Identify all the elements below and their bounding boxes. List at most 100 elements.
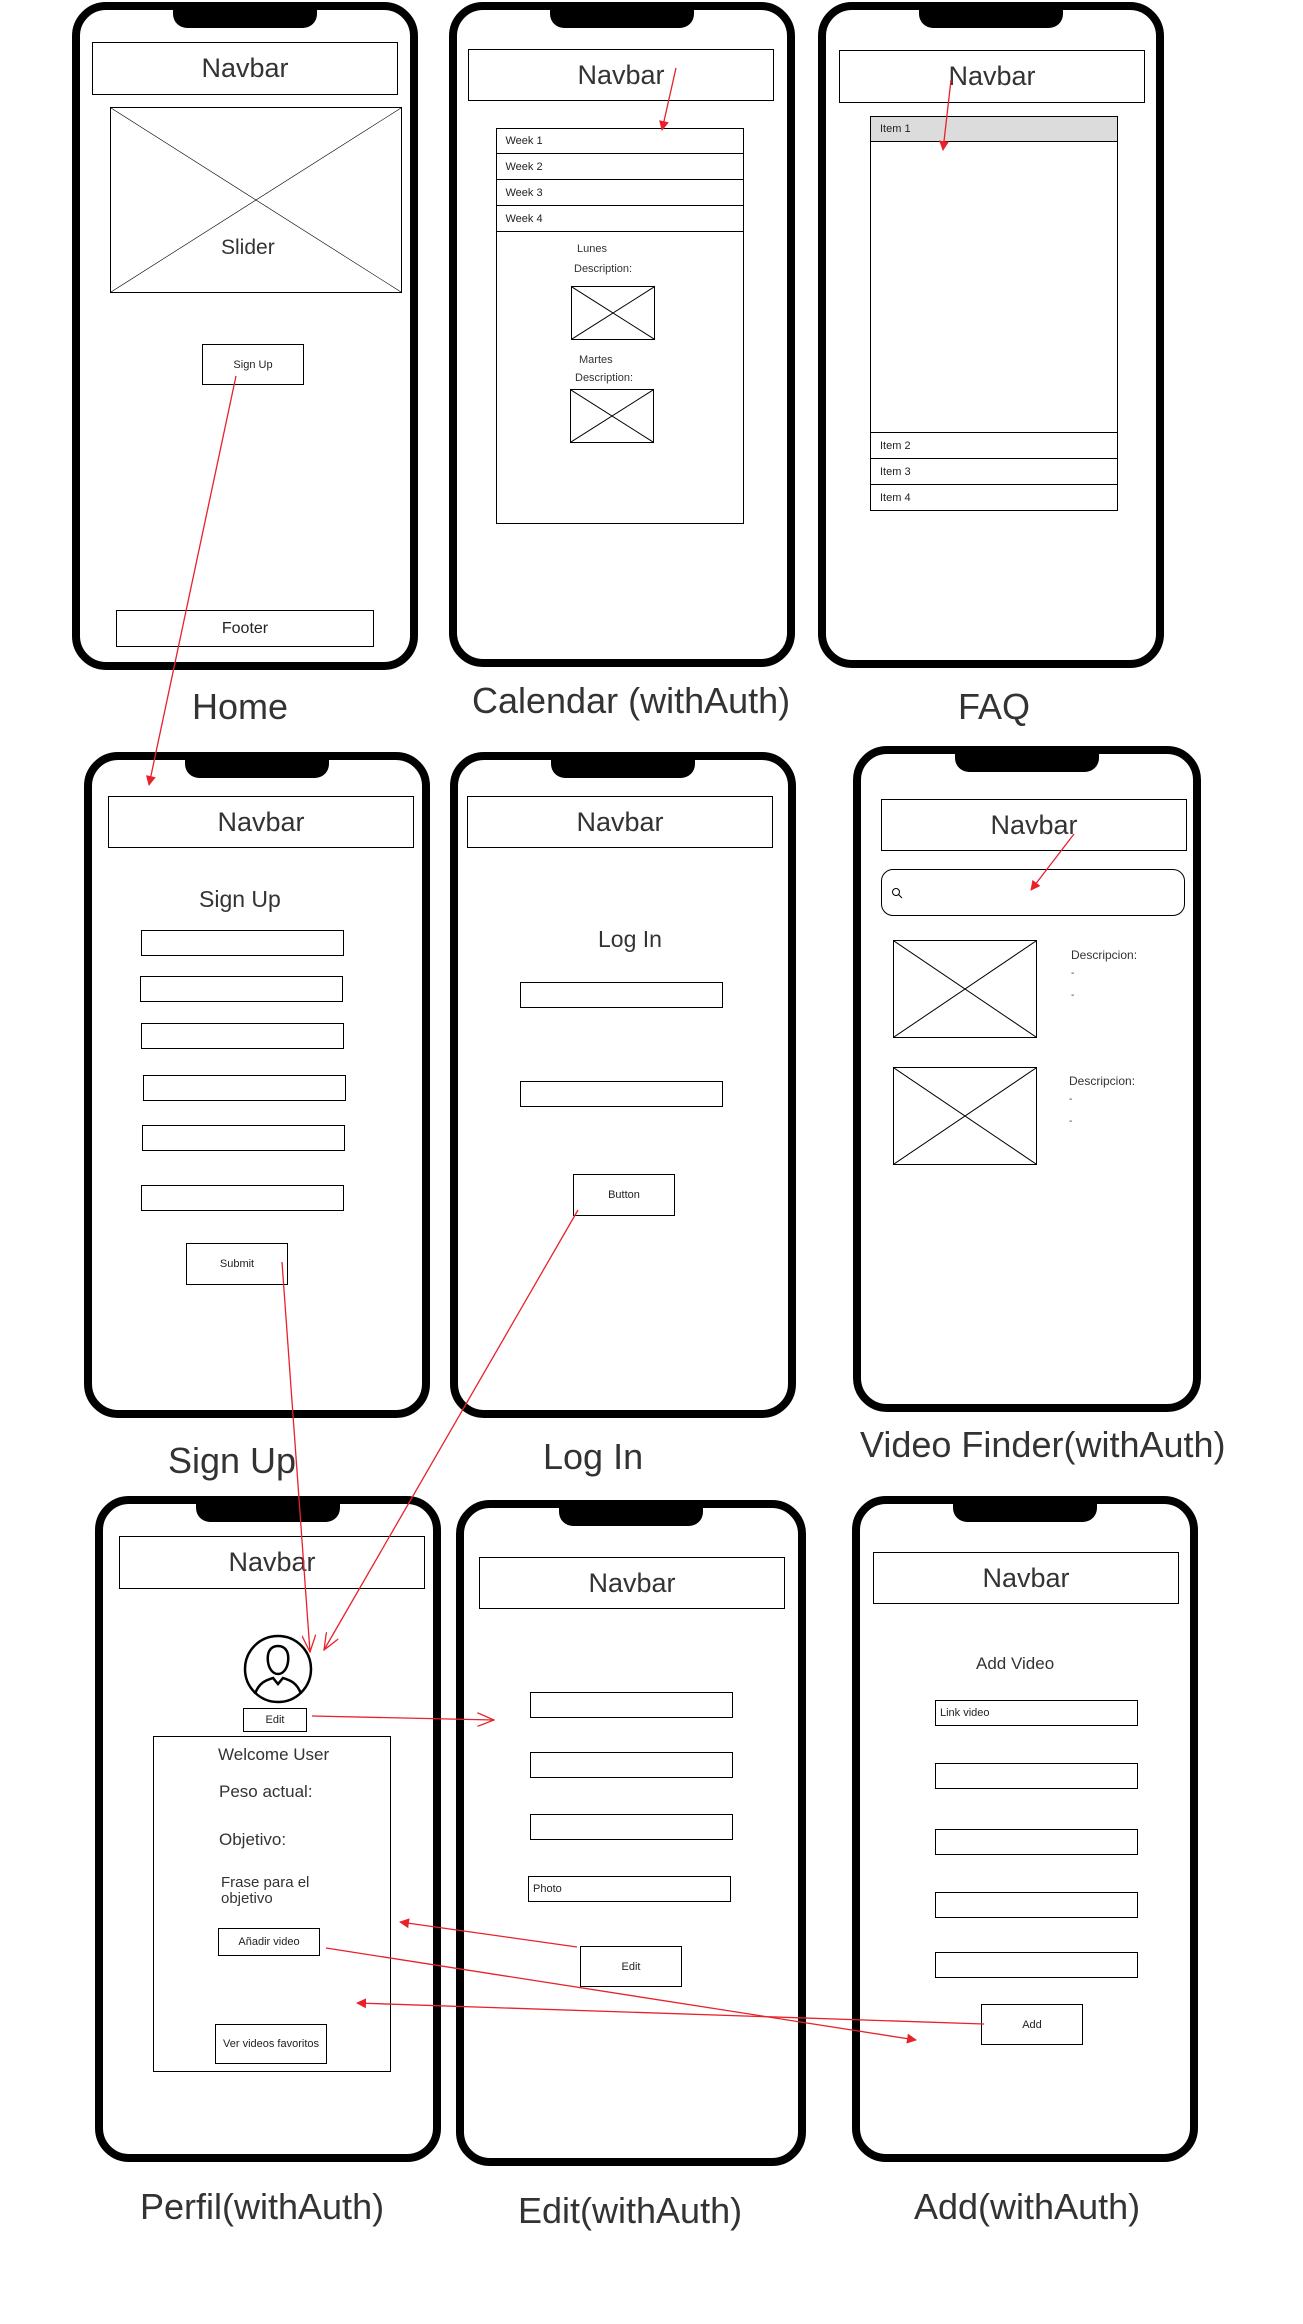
day-martes-description: Description: (575, 372, 634, 384)
home-phone: Navbar Slider Sign Up Footer (72, 2, 418, 670)
video-bullet: - (1069, 1094, 1073, 1105)
navbar[interactable]: Navbar (839, 50, 1145, 103)
navbar[interactable]: Navbar (467, 796, 773, 848)
phone-notch (953, 1502, 1097, 1522)
calendar-phone: Navbar Week 1 Week 2 Week 3 Week 4 Lunes… (449, 2, 795, 667)
video-thumbnail-2[interactable] (893, 1067, 1037, 1165)
login-button[interactable]: Button (573, 1174, 675, 1216)
edit-phone: Navbar Photo Edit (456, 1500, 806, 2166)
martes-image-placeholder (570, 389, 654, 443)
login-phone: Navbar Log In Button (450, 752, 796, 1418)
search-input[interactable] (881, 869, 1185, 916)
phone-notch (551, 758, 695, 778)
login-field-1[interactable] (520, 982, 723, 1008)
add-video-button[interactable]: Añadir video (218, 1928, 320, 1956)
peso-actual-label: Peso actual: (219, 1782, 313, 1801)
video-thumbnail-1[interactable] (893, 940, 1037, 1038)
perfil-phone: Navbar Edit Welcome User Peso actual: Ob… (95, 1496, 441, 2162)
navbar[interactable]: Navbar (873, 1552, 1179, 1604)
video-bullet: - (1071, 968, 1075, 979)
navbar[interactable]: Navbar (881, 799, 1187, 851)
submit-button[interactable]: Submit (186, 1243, 288, 1285)
faq-item-1-header[interactable]: Item 1 (871, 117, 1117, 142)
navbar[interactable]: Navbar (108, 796, 414, 848)
signup-button[interactable]: Sign Up (202, 344, 304, 385)
screen-label-calendar: Calendar (withAuth) (472, 680, 791, 721)
add-video-title: Add Video (976, 1654, 1055, 1673)
signup-field-1[interactable] (141, 930, 344, 956)
screen-label-video-finder: Video Finder(withAuth) (860, 1424, 1226, 1465)
add-phone: Navbar Add Video Link video Add (852, 1496, 1198, 2162)
phone-notch (173, 8, 317, 28)
signup-field-6[interactable] (141, 1185, 344, 1211)
photo-field[interactable]: Photo (528, 1876, 731, 1902)
edit-field-1[interactable] (530, 1692, 733, 1718)
navbar[interactable]: Navbar (92, 42, 398, 95)
video-description-1: Descripcion: (1071, 948, 1138, 962)
signup-field-4[interactable] (143, 1075, 346, 1101)
screen-label-edit: Edit(withAuth) (518, 2190, 743, 2231)
add-field-4[interactable] (935, 1892, 1138, 1918)
edit-submit-button[interactable]: Edit (580, 1946, 682, 1987)
add-field-3[interactable] (935, 1829, 1138, 1855)
login-title: Log In (598, 926, 662, 952)
edit-profile-button[interactable]: Edit (243, 1708, 307, 1732)
phone-notch (185, 758, 329, 778)
footer: Footer (116, 610, 374, 647)
signup-phone: Navbar Sign Up Submit (84, 752, 430, 1418)
week-2-row[interactable]: Week 2 (495, 153, 744, 180)
faq-item-4[interactable]: Item 4 (870, 484, 1118, 511)
phone-notch (559, 1506, 703, 1526)
screen-label-login: Log In (543, 1436, 644, 1477)
video-bullet: - (1071, 990, 1075, 1001)
frase-objetivo-line2: objetivo (221, 1890, 273, 1907)
week-4-row[interactable]: Week 4 (495, 205, 744, 232)
objetivo-label: Objetivo: (219, 1830, 287, 1849)
profile-card: Welcome User Peso actual: Objetivo: Fras… (153, 1736, 391, 2072)
edit-field-3[interactable] (530, 1814, 733, 1840)
add-submit-button[interactable]: Add (981, 2004, 1083, 2045)
faq-item-2[interactable]: Item 2 (870, 432, 1118, 459)
day-lunes-description: Description: (574, 263, 633, 275)
video-finder-phone: Navbar Descripcion: - - Descripcion: - - (853, 746, 1201, 1412)
user-avatar-icon (243, 1634, 313, 1704)
slider-placeholder: Slider (110, 107, 402, 293)
frase-objetivo-line1: Frase para el (221, 1874, 310, 1891)
day-lunes: Lunes (577, 243, 607, 255)
phone-notch (919, 8, 1063, 28)
navbar[interactable]: Navbar (468, 49, 774, 101)
phone-notch (955, 752, 1099, 772)
phone-notch (550, 8, 694, 28)
faq-phone: Navbar Item 1 Item 2 Item 3 Item 4 (818, 2, 1164, 668)
faq-item-1-panel[interactable]: Item 1 (870, 116, 1118, 434)
screen-label-perfil: Perfil(withAuth) (140, 2186, 385, 2227)
navbar[interactable]: Navbar (479, 1557, 785, 1609)
video-description-2: Descripcion: (1069, 1074, 1136, 1088)
day-martes: Martes (579, 354, 613, 366)
login-field-2[interactable] (520, 1081, 723, 1107)
phone-notch (196, 1502, 340, 1522)
screen-label-home: Home (192, 686, 289, 727)
lunes-image-placeholder (571, 286, 655, 340)
signup-title: Sign Up (199, 886, 281, 912)
navbar[interactable]: Navbar (119, 1536, 425, 1589)
faq-item-3[interactable]: Item 3 (870, 458, 1118, 485)
signup-field-5[interactable] (142, 1125, 345, 1151)
add-field-5[interactable] (935, 1952, 1138, 1978)
screen-label-add: Add(withAuth) (914, 2186, 1141, 2227)
signup-field-2[interactable] (140, 976, 343, 1002)
week-1-row[interactable]: Week 1 (495, 127, 744, 155)
welcome-text: Welcome User (218, 1745, 330, 1764)
favorite-videos-button[interactable]: Ver videos favoritos (215, 2024, 327, 2064)
search-icon (892, 888, 903, 899)
slider-label: Slider (221, 236, 275, 260)
screen-label-faq: FAQ (958, 686, 1031, 727)
edit-field-2[interactable] (530, 1752, 733, 1778)
screen-label-signup: Sign Up (168, 1440, 297, 1481)
week-3-row[interactable]: Week 3 (495, 179, 744, 206)
calendar-panel: Week 1 Week 2 Week 3 Week 4 Lunes Descri… (495, 127, 744, 524)
link-video-field[interactable]: Link video (935, 1700, 1138, 1726)
add-field-2[interactable] (935, 1763, 1138, 1789)
signup-field-3[interactable] (141, 1023, 344, 1049)
video-bullet: - (1069, 1116, 1073, 1127)
